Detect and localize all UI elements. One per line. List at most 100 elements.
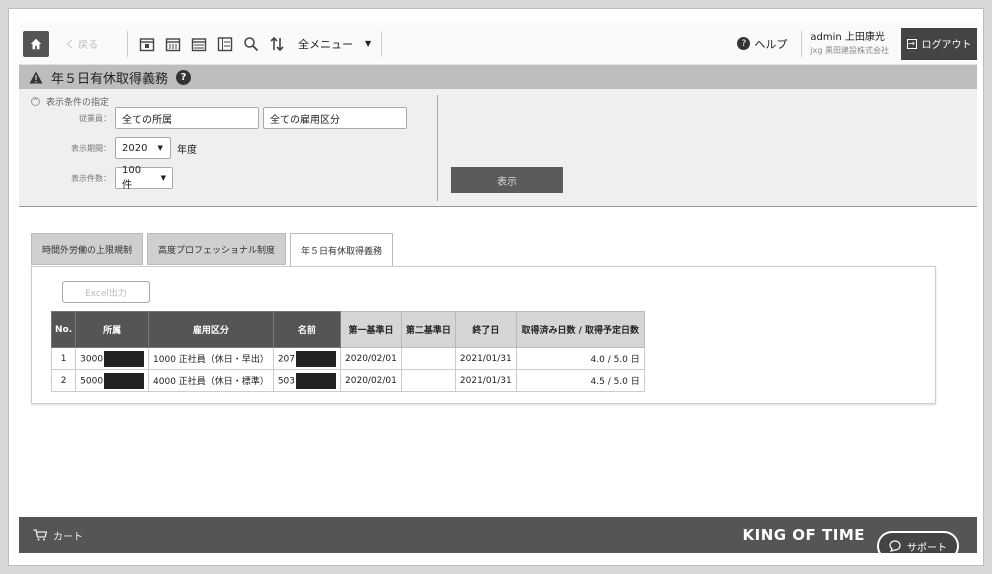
cell-name: 207 xyxy=(272,347,342,370)
cell-first-base-date: 2020/02/01 xyxy=(340,347,402,370)
cell-no: 2 xyxy=(50,369,77,392)
tab-overtime-limit[interactable]: 時間外労働の上限規制 xyxy=(31,233,144,265)
table-row[interactable]: 1 3000 1000 正社員（休日・早出） 207 2020/02/01 20… xyxy=(50,347,645,370)
logout-icon: → xyxy=(906,38,917,49)
caret-down-icon: ▼ xyxy=(157,144,163,152)
cell-department: 3000 xyxy=(75,347,150,370)
cart-icon xyxy=(33,529,47,541)
support-label: サポート xyxy=(907,542,947,554)
home-icon xyxy=(30,38,42,49)
col-no[interactable]: No. xyxy=(50,311,77,348)
tab-high-professional[interactable]: 高度プロフェッショナル制度 xyxy=(147,233,287,265)
toolbar-divider xyxy=(127,30,128,57)
all-menu-dropdown[interactable]: 全メニュー ▼ xyxy=(298,36,371,52)
period-row: 表示期間： 2020 ▼ 年度 xyxy=(19,137,197,159)
employment-type-value: 全ての雇用区分 xyxy=(270,114,340,126)
cell-second-base-date xyxy=(400,369,456,392)
period-label: 表示期間： xyxy=(71,143,111,153)
cell-department: 5000 xyxy=(75,369,150,392)
chat-bubble-icon xyxy=(889,540,901,552)
logout-button[interactable]: → ログアウト xyxy=(901,27,977,60)
cell-days: 4.5 / 5.0 日 xyxy=(515,369,645,392)
calendar-day-icon[interactable] xyxy=(137,34,157,54)
app-window: く 戻る 全メニュー ▼ ? ヘルプ admin 上田康光 jxg 黒田建設株式… xyxy=(19,23,977,553)
redaction-block xyxy=(296,372,337,389)
brand-logo: KING OF TIME xyxy=(742,526,865,544)
support-button[interactable]: サポート xyxy=(877,531,959,553)
col-first-base-date[interactable]: 第一基準日 xyxy=(340,311,402,348)
col-end-date[interactable]: 終了日 xyxy=(454,311,517,348)
count-value: 100件 xyxy=(122,165,142,191)
warning-icon xyxy=(29,71,43,84)
cell-second-base-date xyxy=(400,347,456,370)
toolbar-divider xyxy=(381,30,383,57)
calendar-month-icon[interactable] xyxy=(189,34,209,54)
cell-employment-type: 4000 正社員（休日・標準） xyxy=(148,369,274,392)
department-code: 5000 xyxy=(80,376,104,386)
department-code: 3000 xyxy=(80,354,104,364)
company-name: jxg 黒田建設株式会社 xyxy=(810,45,889,55)
col-name[interactable]: 名前 xyxy=(272,311,342,348)
caret-down-icon: ▼ xyxy=(365,39,372,48)
conditions-divider xyxy=(437,95,438,201)
cell-end-date: 2021/01/31 xyxy=(454,369,517,392)
help-link[interactable]: ? ヘルプ xyxy=(737,36,787,52)
help-label: ヘルプ xyxy=(754,37,788,51)
tab-five-day-leave[interactable]: 年５日有休取得義務 xyxy=(290,233,394,267)
back-button[interactable]: く 戻る xyxy=(65,36,121,51)
screenshot-frame: く 戻る 全メニュー ▼ ? ヘルプ admin 上田康光 jxg 黒田建設株式… xyxy=(8,8,984,566)
cell-name: 503 xyxy=(272,369,342,392)
filter-conditions: ^ 表示条件の指定 従業員： 全ての所属 全ての雇用区分 表示期間： 2020 … xyxy=(19,89,977,207)
cell-no: 1 xyxy=(50,347,77,370)
col-employment-type[interactable]: 雇用区分 xyxy=(148,311,274,348)
home-button[interactable] xyxy=(23,30,49,57)
count-label: 表示件数： xyxy=(71,173,111,183)
department-select[interactable]: 全ての所属 xyxy=(115,107,259,129)
table-header-row: No. 所属 雇用区分 名前 第一基準日 第二基準日 終了日 取得済み日数 / … xyxy=(50,311,645,348)
all-menu-label: 全メニュー xyxy=(298,37,353,51)
results-table: No. 所属 雇用区分 名前 第一基準日 第二基準日 終了日 取得済み日数 / … xyxy=(50,311,645,392)
tab-bar: 時間外労働の上限規制 高度プロフェッショナル制度 年５日有休取得義務 xyxy=(31,233,394,267)
cart-link[interactable]: カート xyxy=(33,528,83,543)
footer-bar: カート KING OF TIME xyxy=(19,517,977,553)
col-days[interactable]: 取得済み日数 / 取得予定日数 xyxy=(515,311,645,348)
excel-export-button[interactable]: Excel出力 xyxy=(62,281,150,303)
sort-arrows-icon[interactable] xyxy=(267,34,287,54)
count-select[interactable]: 100件 ▼ xyxy=(115,165,173,191)
page-title-bar: 年５日有休取得義務 ? xyxy=(19,65,977,89)
results-panel: Excel出力 No. 所属 雇用区分 名前 第一基準日 第二基準日 終了日 取… xyxy=(31,266,936,404)
employment-type-select[interactable]: 全ての雇用区分 xyxy=(263,107,407,129)
employee-code: 503 xyxy=(277,376,296,386)
year-unit: 年度 xyxy=(177,144,197,156)
redaction-block xyxy=(296,350,337,367)
search-icon[interactable] xyxy=(241,34,261,54)
calendar-week-icon[interactable] xyxy=(163,34,183,54)
year-select[interactable]: 2020 ▼ xyxy=(115,137,171,159)
show-button[interactable]: 表示 xyxy=(451,167,563,193)
cell-first-base-date: 2020/02/01 xyxy=(340,369,402,392)
table-row[interactable]: 2 5000 4000 正社員（休日・標準） 503 2020/02/01 20… xyxy=(50,369,645,392)
user-name: admin 上田康光 xyxy=(810,31,885,43)
page-title: 年５日有休取得義務 xyxy=(51,71,169,87)
help-icon: ? xyxy=(737,37,751,50)
help-icon[interactable]: ? xyxy=(176,69,192,85)
redaction-block xyxy=(104,372,145,389)
col-department[interactable]: 所属 xyxy=(75,311,150,348)
cart-label: カート xyxy=(53,531,83,543)
count-row: 表示件数： 100件 ▼ xyxy=(19,165,173,191)
year-value: 2020 xyxy=(122,142,148,154)
top-bar: く 戻る 全メニュー ▼ ? ヘルプ admin 上田康光 jxg 黒田建設株式… xyxy=(19,23,977,65)
caret-down-icon: ▼ xyxy=(160,174,166,182)
employee-label: 従業員： xyxy=(79,113,111,123)
logout-label: ログアウト xyxy=(921,40,972,51)
cell-employment-type: 1000 正社員（休日・早出） xyxy=(148,347,274,370)
cell-end-date: 2021/01/31 xyxy=(454,347,517,370)
employee-code: 207 xyxy=(277,354,296,364)
collapse-icon: ^ xyxy=(31,97,40,106)
user-info: admin 上田康光 jxg 黒田建設株式会社 xyxy=(801,30,889,57)
department-value: 全ての所属 xyxy=(122,114,172,126)
cell-days: 4.0 / 5.0 日 xyxy=(515,347,645,370)
schedule-list-icon[interactable] xyxy=(215,34,235,54)
redaction-block xyxy=(104,350,145,367)
col-second-base-date[interactable]: 第二基準日 xyxy=(400,311,456,348)
